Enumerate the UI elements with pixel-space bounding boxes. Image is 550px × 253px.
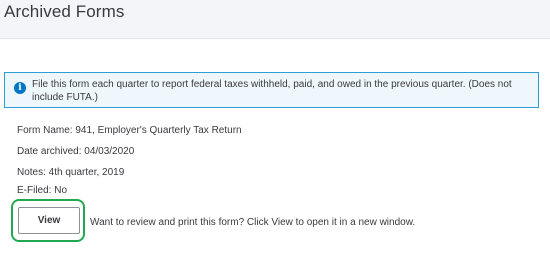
view-button[interactable]: View — [18, 207, 80, 234]
form-notes: Notes: 4th quarter, 2019 — [17, 167, 125, 178]
info-icon: i — [14, 82, 26, 94]
e-filed-status: E-Filed: No — [17, 185, 68, 196]
page-header: Archived Forms — [0, 0, 550, 39]
date-archived: Date archived: 04/03/2020 — [17, 146, 135, 157]
page-title: Archived Forms — [4, 2, 125, 21]
info-notice: i File this form each quarter to report … — [4, 72, 539, 108]
view-hint-text: Want to review and print this form? Clic… — [90, 217, 416, 228]
form-name: Form Name: 941, Employer's Quarterly Tax… — [17, 125, 242, 136]
info-notice-text: File this form each quarter to report fe… — [32, 79, 512, 103]
